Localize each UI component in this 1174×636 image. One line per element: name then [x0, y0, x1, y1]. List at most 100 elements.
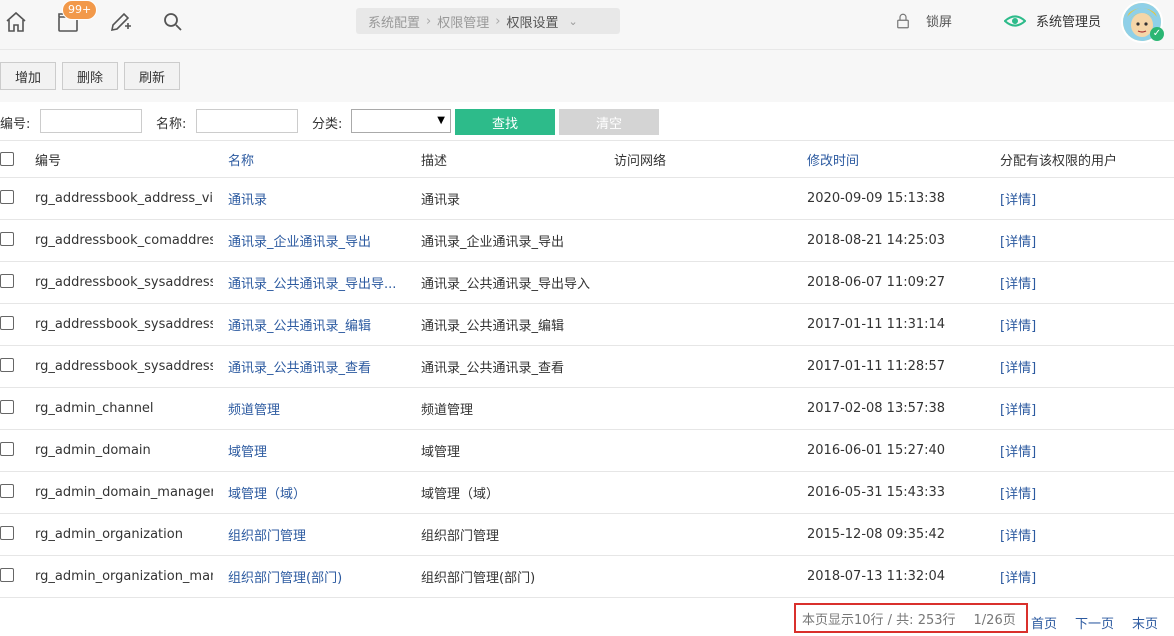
table-row: rg_admin_domain_manager 域管理（域） 域管理（域） 2016-… [0, 472, 1174, 514]
row-name-link[interactable]: 通讯录 [228, 178, 406, 219]
lock-screen-button[interactable]: 锁屏 [894, 11, 952, 30]
row-network [614, 430, 794, 471]
row-details-link[interactable]: [详情] [1000, 346, 1170, 387]
table-row: rg_admin_channel 频道管理 频道管理 2017-02-08 13:57… [0, 388, 1174, 430]
row-desc: 组织部门管理(部门) [421, 571, 536, 586]
breadcrumb-item[interactable]: 权限管理 [437, 12, 489, 31]
row-checkbox[interactable] [0, 358, 14, 372]
first-page-link[interactable]: 首页 [1031, 613, 1057, 632]
pagination-count: 本页显示10行 / 共: 253行 [802, 612, 956, 628]
row-name-link[interactable]: 组织部门管理(部门) [228, 556, 406, 597]
row-desc: 通讯录_公共通讯录_编辑 [421, 319, 565, 334]
category-filter-label: 分类: [312, 117, 343, 132]
row-checkbox[interactable] [0, 190, 14, 204]
chevron-down-icon[interactable]: ⌄ [568, 15, 577, 28]
header-network: 访问网络 [614, 153, 667, 169]
row-name-link[interactable]: 通讯录_公共通讯录_导出导... [228, 262, 406, 303]
header-modified[interactable]: 修改时间 [807, 141, 987, 177]
select-all-checkbox[interactable] [0, 152, 14, 166]
row-modified: 2017-01-11 11:28:57 [807, 359, 946, 374]
row-name-link[interactable]: 通讯录_公共通讯录_编辑 [228, 304, 406, 345]
action-toolbar: 增加 删除 刷新 [0, 50, 1174, 102]
row-details-link[interactable]: [详情] [1000, 472, 1170, 513]
row-modified: 2017-02-08 13:57:38 [807, 401, 946, 416]
clear-button[interactable]: 清空 [559, 109, 659, 135]
row-checkbox[interactable] [0, 442, 14, 456]
header-users: 分配有该权限的用户 [1000, 153, 1118, 169]
row-desc: 通讯录 [421, 193, 461, 208]
row-details-link[interactable]: [详情] [1000, 556, 1170, 597]
id-filter-label: 编号: [0, 117, 31, 132]
breadcrumb-current[interactable]: 权限设置 [506, 12, 558, 31]
row-id: rg_admin_domain [35, 443, 151, 458]
row-checkbox[interactable] [0, 274, 14, 288]
lock-label: 锁屏 [926, 15, 953, 30]
header-name[interactable]: 名称 [228, 141, 406, 177]
refresh-button[interactable]: 刷新 [124, 62, 180, 90]
row-name-link[interactable]: 组织部门管理 [228, 514, 406, 555]
last-page-link[interactable]: 末页 [1132, 613, 1158, 632]
table-row: rg_admin_organization 组织部门管理 组织部门管理 2015-12… [0, 514, 1174, 556]
row-name-link[interactable]: 频道管理 [228, 388, 406, 429]
breadcrumb: 系统配置 › 权限管理 › 权限设置 ⌄ [356, 8, 620, 34]
row-network [614, 514, 794, 555]
row-network [614, 346, 794, 387]
row-details-link[interactable]: [详情] [1000, 304, 1170, 345]
row-checkbox[interactable] [0, 526, 14, 540]
row-desc: 域管理 [421, 445, 461, 460]
row-desc: 组织部门管理 [421, 529, 500, 544]
dropdown-arrow-icon: ▼ [437, 115, 445, 126]
row-name-link[interactable]: 通讯录_企业通讯录_导出 [228, 220, 406, 261]
search-button[interactable]: 查找 [455, 109, 555, 135]
table-row: rg_admin_domain 域管理 域管理 2016-06-01 15:27:40… [0, 430, 1174, 472]
id-filter-input[interactable] [40, 109, 142, 133]
add-button[interactable]: 增加 [0, 62, 56, 90]
notification-badge: 99+ [62, 0, 98, 20]
breadcrumb-item[interactable]: 系统配置 [368, 12, 420, 31]
row-network [614, 178, 794, 219]
row-details-link[interactable]: [详情] [1000, 262, 1170, 303]
row-checkbox[interactable] [0, 400, 14, 414]
row-modified: 2015-12-08 09:35:42 [807, 527, 946, 542]
row-network [614, 388, 794, 429]
row-checkbox[interactable] [0, 568, 14, 582]
lock-icon [897, 13, 909, 28]
row-name-link[interactable]: 域管理 [228, 430, 406, 471]
row-checkbox[interactable] [0, 484, 14, 498]
row-details-link[interactable]: [详情] [1000, 388, 1170, 429]
table-row: rg_addressbook_sysaddress... 通讯录_公共通讯录_查看… [0, 346, 1174, 388]
row-checkbox[interactable] [0, 316, 14, 330]
permission-table: 编号 名称 描述 访问网络 修改时间 分配有该权限的用户 rg_addressb… [0, 140, 1174, 598]
row-checkbox[interactable] [0, 232, 14, 246]
table-row: rg_admin_organization_man... 组织部门管理(部门) 组织… [0, 556, 1174, 598]
category-select[interactable]: ▼ [351, 109, 451, 133]
delete-button[interactable]: 删除 [62, 62, 118, 90]
row-id: rg_addressbook_sysaddress... [35, 275, 213, 290]
edit-icon[interactable] [108, 10, 132, 34]
header-desc: 描述 [421, 153, 448, 169]
row-desc: 通讯录_公共通讯录_查看 [421, 361, 565, 376]
next-page-link[interactable]: 下一页 [1075, 613, 1114, 632]
name-filter-input[interactable] [196, 109, 298, 133]
row-modified: 2018-06-07 11:09:27 [807, 275, 946, 290]
row-name-link[interactable]: 域管理（域） [228, 472, 406, 513]
row-desc: 域管理（域） [421, 487, 500, 502]
row-modified: 2016-05-31 15:43:33 [807, 485, 946, 500]
table-body: rg_addressbook_address_view 通讯录 通讯录 2020-09… [0, 178, 1174, 598]
row-id: rg_admin_domain_manager [35, 485, 213, 500]
row-details-link[interactable]: [详情] [1000, 430, 1170, 471]
row-network [614, 304, 794, 345]
row-network [614, 220, 794, 261]
row-details-link[interactable]: [详情] [1000, 220, 1170, 261]
row-id: rg_addressbook_sysaddress... [35, 317, 213, 332]
row-network [614, 262, 794, 303]
pagination-page: 1/26页 [973, 612, 1016, 628]
row-details-link[interactable]: [详情] [1000, 514, 1170, 555]
row-name-link[interactable]: 通讯录_公共通讯录_查看 [228, 346, 406, 387]
row-id: rg_admin_organization_man... [35, 569, 213, 584]
search-icon[interactable] [161, 10, 185, 34]
row-id: rg_addressbook_address_view [35, 191, 213, 206]
row-details-link[interactable]: [详情] [1000, 178, 1170, 219]
user-menu[interactable]: 系统管理员 [1004, 11, 1101, 30]
home-icon[interactable] [4, 10, 28, 34]
